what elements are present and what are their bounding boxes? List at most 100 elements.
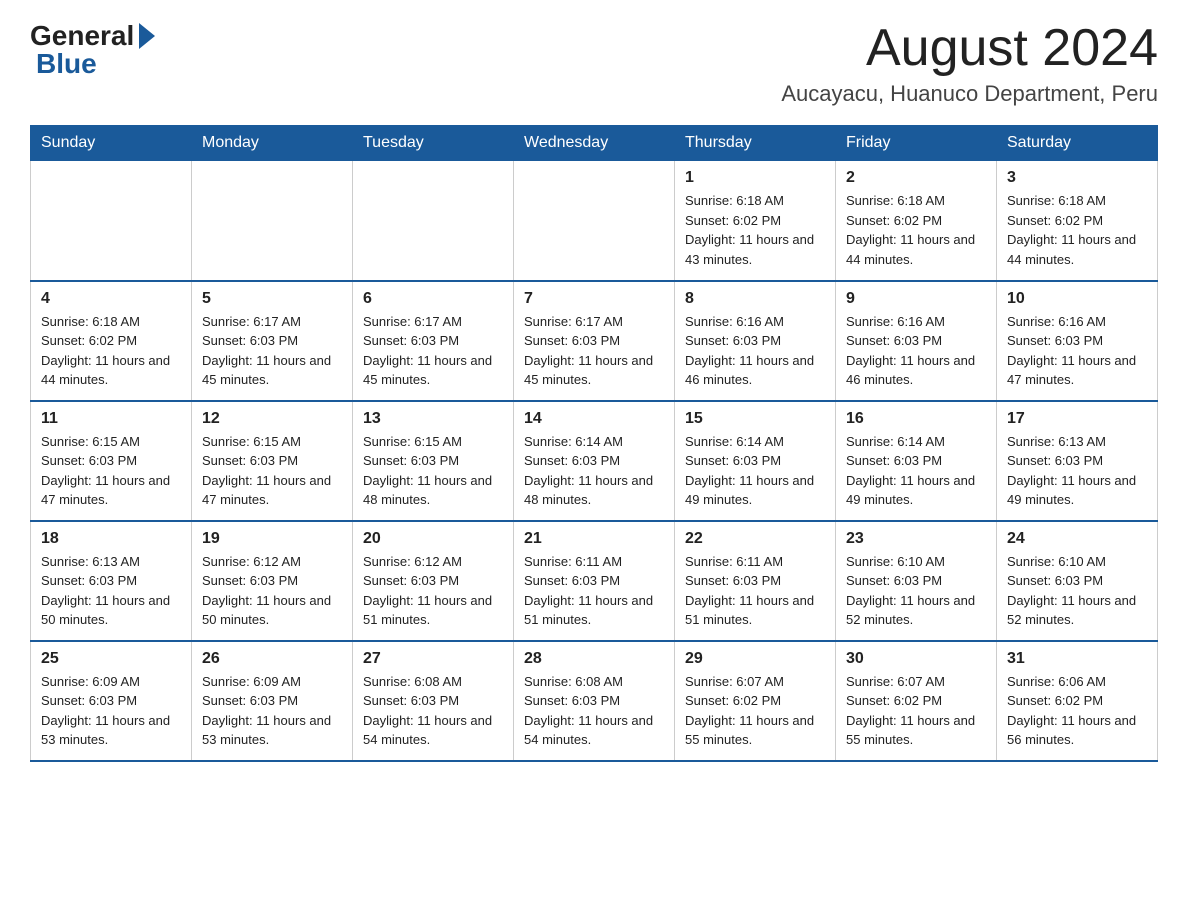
day-of-week-header-friday: Friday bbox=[836, 126, 997, 161]
logo-blue-text: Blue bbox=[36, 48, 97, 80]
day-info: Sunrise: 6:10 AMSunset: 6:03 PMDaylight:… bbox=[846, 552, 986, 630]
day-info: Sunrise: 6:09 AMSunset: 6:03 PMDaylight:… bbox=[202, 672, 342, 750]
day-number: 15 bbox=[685, 410, 825, 428]
calendar-day-cell: 16 Sunrise: 6:14 AMSunset: 6:03 PMDayligh… bbox=[836, 401, 997, 521]
calendar-day-cell: 14Sunrise: 6:14 AMSunset: 6:03 PMDayligh… bbox=[514, 401, 675, 521]
day-number: 2 bbox=[846, 169, 986, 187]
day-number: 9 bbox=[846, 290, 986, 308]
calendar-day-cell: 13 Sunrise: 6:15 AMSunset: 6:03 PMDayligh… bbox=[353, 401, 514, 521]
calendar-day-cell bbox=[192, 161, 353, 281]
calendar-week-row: 4 Sunrise: 6:18 AMSunset: 6:02 PMDaylight… bbox=[31, 281, 1158, 401]
day-number: 8 bbox=[685, 290, 825, 308]
day-info: Sunrise: 6:15 AMSunset: 6:03 PMDaylight:… bbox=[202, 432, 342, 510]
calendar-day-cell: 20 Sunrise: 6:12 AMSunset: 6:03 PMDayligh… bbox=[353, 521, 514, 641]
day-info: Sunrise: 6:07 AMSunset: 6:02 PMDaylight:… bbox=[685, 672, 825, 750]
day-number: 5 bbox=[202, 290, 342, 308]
calendar-day-cell: 25 Sunrise: 6:09 AMSunset: 6:03 PMDayligh… bbox=[31, 641, 192, 761]
day-info: Sunrise: 6:08 AMSunset: 6:03 PMDaylight:… bbox=[524, 672, 664, 750]
calendar-day-cell: 1 Sunrise: 6:18 AMSunset: 6:02 PMDaylight… bbox=[675, 161, 836, 281]
calendar-week-row: 18Sunrise: 6:13 AMSunset: 6:03 PMDayligh… bbox=[31, 521, 1158, 641]
calendar-day-cell: 2Sunrise: 6:18 AMSunset: 6:02 PMDaylight… bbox=[836, 161, 997, 281]
day-number: 19 bbox=[202, 530, 342, 548]
day-info: Sunrise: 6:18 AMSunset: 6:02 PMDaylight:… bbox=[41, 312, 181, 390]
day-number: 29 bbox=[685, 650, 825, 668]
calendar-day-cell: 31 Sunrise: 6:06 AMSunset: 6:02 PMDayligh… bbox=[997, 641, 1158, 761]
logo: General Blue bbox=[30, 20, 155, 80]
calendar-day-cell: 4 Sunrise: 6:18 AMSunset: 6:02 PMDaylight… bbox=[31, 281, 192, 401]
calendar-day-cell bbox=[31, 161, 192, 281]
calendar-day-cell: 7Sunrise: 6:17 AMSunset: 6:03 PMDaylight… bbox=[514, 281, 675, 401]
calendar-day-cell: 19 Sunrise: 6:12 AMSunset: 6:03 PMDayligh… bbox=[192, 521, 353, 641]
day-of-week-header-tuesday: Tuesday bbox=[353, 126, 514, 161]
calendar-day-cell: 23 Sunrise: 6:10 AMSunset: 6:03 PMDayligh… bbox=[836, 521, 997, 641]
calendar-day-cell: 24 Sunrise: 6:10 AMSunset: 6:03 PMDayligh… bbox=[997, 521, 1158, 641]
day-number: 21 bbox=[524, 530, 664, 548]
day-number: 25 bbox=[41, 650, 181, 668]
day-of-week-header-saturday: Saturday bbox=[997, 126, 1158, 161]
day-number: 30 bbox=[846, 650, 986, 668]
day-number: 1 bbox=[685, 169, 825, 187]
day-info: Sunrise: 6:10 AMSunset: 6:03 PMDaylight:… bbox=[1007, 552, 1147, 630]
day-of-week-header-sunday: Sunday bbox=[31, 126, 192, 161]
calendar-day-cell: 10 Sunrise: 6:16 AMSunset: 6:03 PMDayligh… bbox=[997, 281, 1158, 401]
calendar-day-cell: 26Sunrise: 6:09 AMSunset: 6:03 PMDayligh… bbox=[192, 641, 353, 761]
calendar-day-cell bbox=[353, 161, 514, 281]
calendar-day-cell: 17Sunrise: 6:13 AMSunset: 6:03 PMDayligh… bbox=[997, 401, 1158, 521]
day-number: 23 bbox=[846, 530, 986, 548]
calendar-day-cell: 8 Sunrise: 6:16 AMSunset: 6:03 PMDaylight… bbox=[675, 281, 836, 401]
day-info: Sunrise: 6:13 AMSunset: 6:03 PMDaylight:… bbox=[41, 552, 181, 630]
day-number: 10 bbox=[1007, 290, 1147, 308]
day-info: Sunrise: 6:14 AMSunset: 6:03 PMDaylight:… bbox=[524, 432, 664, 510]
day-number: 12 bbox=[202, 410, 342, 428]
day-number: 17 bbox=[1007, 410, 1147, 428]
day-number: 22 bbox=[685, 530, 825, 548]
day-info: Sunrise: 6:14 AMSunset: 6:03 PMDaylight:… bbox=[685, 432, 825, 510]
day-info: Sunrise: 6:18 AMSunset: 6:02 PMDaylight:… bbox=[1007, 191, 1147, 269]
day-number: 11 bbox=[41, 410, 181, 428]
day-info: Sunrise: 6:16 AMSunset: 6:03 PMDaylight:… bbox=[846, 312, 986, 390]
day-info: Sunrise: 6:12 AMSunset: 6:03 PMDaylight:… bbox=[202, 552, 342, 630]
calendar-day-cell: 15 Sunrise: 6:14 AMSunset: 6:03 PMDayligh… bbox=[675, 401, 836, 521]
calendar-day-cell: 5Sunrise: 6:17 AMSunset: 6:03 PMDaylight… bbox=[192, 281, 353, 401]
calendar-table: SundayMondayTuesdayWednesdayThursdayFrid… bbox=[30, 125, 1158, 762]
day-info: Sunrise: 6:12 AMSunset: 6:03 PMDaylight:… bbox=[363, 552, 503, 630]
day-info: Sunrise: 6:14 AMSunset: 6:03 PMDaylight:… bbox=[846, 432, 986, 510]
day-info: Sunrise: 6:16 AMSunset: 6:03 PMDaylight:… bbox=[1007, 312, 1147, 390]
day-info: Sunrise: 6:09 AMSunset: 6:03 PMDaylight:… bbox=[41, 672, 181, 750]
day-info: Sunrise: 6:11 AMSunset: 6:03 PMDaylight:… bbox=[685, 552, 825, 630]
day-number: 13 bbox=[363, 410, 503, 428]
day-info: Sunrise: 6:15 AMSunset: 6:03 PMDaylight:… bbox=[363, 432, 503, 510]
logo-bottom-row: Blue bbox=[30, 48, 155, 80]
day-number: 4 bbox=[41, 290, 181, 308]
page-header: General Blue August 2024 Aucayacu, Huanu… bbox=[30, 20, 1158, 107]
calendar-week-row: 25 Sunrise: 6:09 AMSunset: 6:03 PMDayligh… bbox=[31, 641, 1158, 761]
calendar-day-cell: 30 Sunrise: 6:07 AMSunset: 6:02 PMDayligh… bbox=[836, 641, 997, 761]
calendar-day-cell: 18Sunrise: 6:13 AMSunset: 6:03 PMDayligh… bbox=[31, 521, 192, 641]
day-number: 16 bbox=[846, 410, 986, 428]
location-subtitle: Aucayacu, Huanuco Department, Peru bbox=[781, 81, 1158, 107]
calendar-day-cell: 28 Sunrise: 6:08 AMSunset: 6:03 PMDayligh… bbox=[514, 641, 675, 761]
day-number: 31 bbox=[1007, 650, 1147, 668]
calendar-day-cell: 21Sunrise: 6:11 AMSunset: 6:03 PMDayligh… bbox=[514, 521, 675, 641]
calendar-day-cell: 29 Sunrise: 6:07 AMSunset: 6:02 PMDayligh… bbox=[675, 641, 836, 761]
day-number: 28 bbox=[524, 650, 664, 668]
day-info: Sunrise: 6:18 AMSunset: 6:02 PMDaylight:… bbox=[685, 191, 825, 269]
day-info: Sunrise: 6:07 AMSunset: 6:02 PMDaylight:… bbox=[846, 672, 986, 750]
day-info: Sunrise: 6:15 AMSunset: 6:03 PMDaylight:… bbox=[41, 432, 181, 510]
day-of-week-header-thursday: Thursday bbox=[675, 126, 836, 161]
day-number: 24 bbox=[1007, 530, 1147, 548]
day-info: Sunrise: 6:17 AMSunset: 6:03 PMDaylight:… bbox=[363, 312, 503, 390]
calendar-day-cell: 3Sunrise: 6:18 AMSunset: 6:02 PMDaylight… bbox=[997, 161, 1158, 281]
day-number: 27 bbox=[363, 650, 503, 668]
day-number: 20 bbox=[363, 530, 503, 548]
day-info: Sunrise: 6:08 AMSunset: 6:03 PMDaylight:… bbox=[363, 672, 503, 750]
title-block: August 2024 Aucayacu, Huanuco Department… bbox=[781, 20, 1158, 107]
calendar-day-cell: 27 Sunrise: 6:08 AMSunset: 6:03 PMDayligh… bbox=[353, 641, 514, 761]
day-info: Sunrise: 6:06 AMSunset: 6:02 PMDaylight:… bbox=[1007, 672, 1147, 750]
day-info: Sunrise: 6:16 AMSunset: 6:03 PMDaylight:… bbox=[685, 312, 825, 390]
calendar-week-row: 11 Sunrise: 6:15 AMSunset: 6:03 PMDayligh… bbox=[31, 401, 1158, 521]
calendar-day-cell: 6Sunrise: 6:17 AMSunset: 6:03 PMDaylight… bbox=[353, 281, 514, 401]
calendar-day-cell bbox=[514, 161, 675, 281]
month-year-title: August 2024 bbox=[781, 20, 1158, 77]
calendar-header-row: SundayMondayTuesdayWednesdayThursdayFrid… bbox=[31, 126, 1158, 161]
